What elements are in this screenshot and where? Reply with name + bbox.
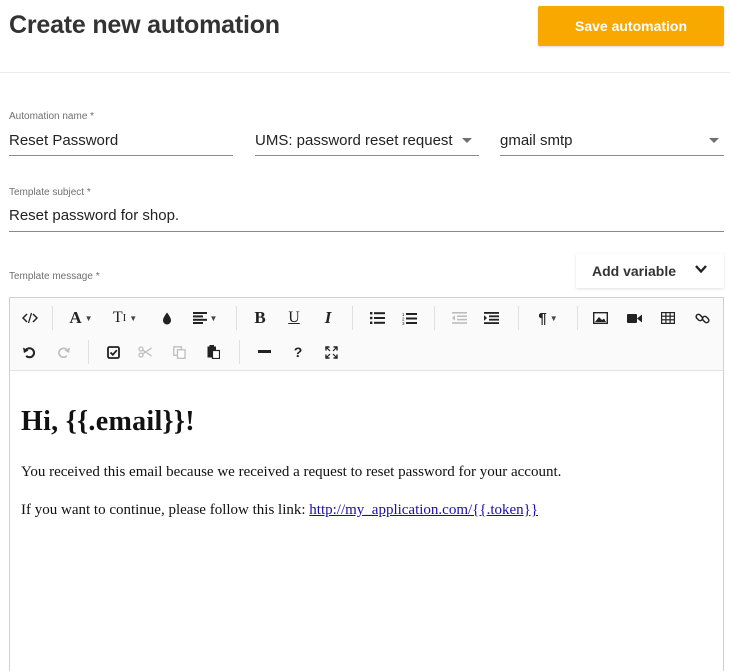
event-select[interactable]: UMS: password reset request [255,124,479,156]
horizontal-line-icon[interactable] [252,340,276,364]
bold-icon[interactable]: B [248,306,272,330]
chevron-down-icon [695,265,707,274]
paragraph-format-icon[interactable]: ¶ ▼ [530,306,566,330]
save-automation-button[interactable]: Save automation [538,6,724,46]
underline-icon[interactable]: U [282,306,306,330]
indent-icon[interactable] [479,306,503,330]
undo-icon[interactable] [17,340,41,364]
insert-link-icon[interactable] [689,306,715,330]
add-variable-dropdown[interactable]: Add variable [576,254,724,288]
message-line-1: You received this email because we recei… [21,464,562,480]
insert-table-icon[interactable] [655,306,681,330]
template-subject-label: Template subject * [9,187,91,198]
toolbar-row-2: ? [10,334,723,370]
cut-icon[interactable] [133,340,157,364]
redo-icon[interactable] [51,340,75,364]
outdent-icon[interactable] [447,306,471,330]
select-all-icon[interactable] [101,340,125,364]
help-icon[interactable]: ? [286,340,310,364]
highlight-drop-icon[interactable] [156,306,178,330]
smtp-dropdown-arrow-icon [709,138,719,143]
toolbar-row-1: A ▼ T I ▼ ▼ B U I 123 ¶ ▼ [10,300,723,336]
numbered-list-icon[interactable]: 123 [397,306,421,330]
reset-link[interactable]: http://my_application.com/{{.token}} [309,502,538,518]
insert-image-icon[interactable] [587,306,613,330]
page-header: Create new automation Save automation [0,0,730,73]
automation-name-field[interactable]: Reset Password [9,124,233,156]
paste-icon[interactable] [201,340,225,364]
automation-name-value: Reset Password [9,132,119,149]
automation-name-label: Automation name * [9,111,95,122]
font-size-icon[interactable]: T I ▼ [106,306,144,330]
message-greeting: Hi, {{.email}}! [21,406,195,437]
event-select-value: UMS: password reset request [255,132,453,149]
template-subject-value: Reset password for shop. [9,207,180,224]
italic-icon[interactable]: I [316,306,340,330]
rich-text-editor: A ▼ T I ▼ ▼ B U I 123 ¶ ▼ ? Hi, {{.email… [9,297,724,671]
message-line-2: If you want to continue, please follow t… [21,500,711,520]
add-variable-label: Add variable [592,263,677,279]
event-dropdown-arrow-icon [462,138,472,143]
align-icon[interactable]: ▼ [186,306,224,330]
code-view-icon[interactable] [17,306,43,330]
svg-text:3: 3 [402,321,405,325]
smtp-select-value: gmail smtp [500,132,573,149]
template-subject-field[interactable]: Reset password for shop. [9,200,724,232]
copy-icon[interactable] [167,340,191,364]
editor-toolbar: A ▼ T I ▼ ▼ B U I 123 ¶ ▼ ? [10,298,723,371]
page-title: Create new automation [9,11,280,39]
bullet-list-icon[interactable] [365,306,389,330]
message-line-2-text: If you want to continue, please follow t… [21,502,310,518]
template-message-label: Template message * [9,271,100,282]
editor-content[interactable]: Hi, {{.email}}! You received this email … [21,406,711,520]
insert-video-icon[interactable] [621,306,647,330]
font-color-icon[interactable]: A ▼ [62,306,100,330]
smtp-select[interactable]: gmail smtp [500,124,724,156]
fullscreen-icon[interactable] [319,340,343,364]
